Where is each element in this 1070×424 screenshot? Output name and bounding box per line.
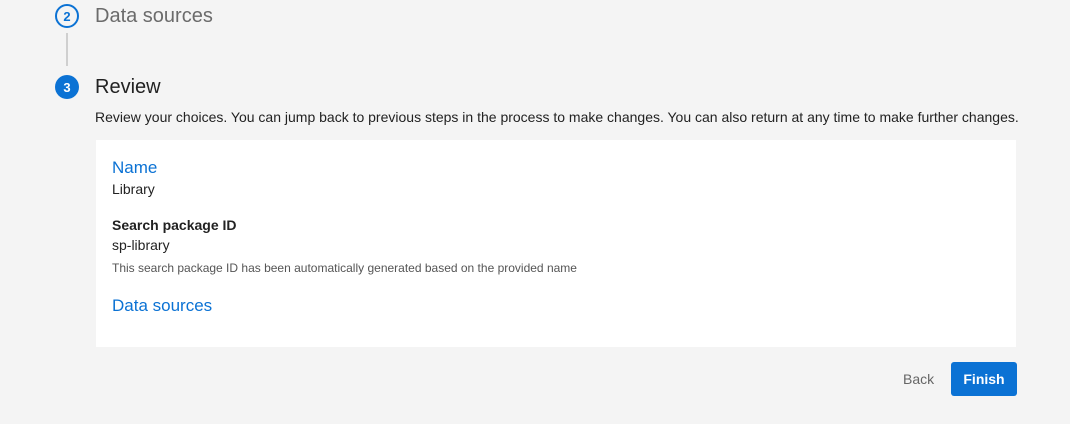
wizard-page: 2 Data sources 3 Review Review your choi…	[0, 0, 1070, 424]
step-2-number-icon[interactable]: 2	[55, 4, 79, 28]
back-button[interactable]: Back	[893, 364, 944, 394]
step-3-number-icon: 3	[55, 75, 79, 99]
name-value: Library	[112, 181, 155, 197]
name-section-link[interactable]: Name	[112, 158, 157, 178]
review-summary-card: Name Library Search package ID sp-librar…	[96, 140, 1016, 347]
step-3-title: Review	[95, 76, 161, 98]
package-id-label: Search package ID	[112, 217, 237, 233]
finish-button[interactable]: Finish	[951, 362, 1017, 396]
step-2-title[interactable]: Data sources	[95, 5, 213, 28]
step-3-description: Review your choices. You can jump back t…	[95, 109, 1019, 125]
package-id-value: sp-library	[112, 237, 170, 253]
package-id-help-text: This search package ID has been automati…	[112, 261, 577, 275]
step-connector	[66, 33, 68, 66]
data-sources-section-link[interactable]: Data sources	[112, 296, 212, 316]
